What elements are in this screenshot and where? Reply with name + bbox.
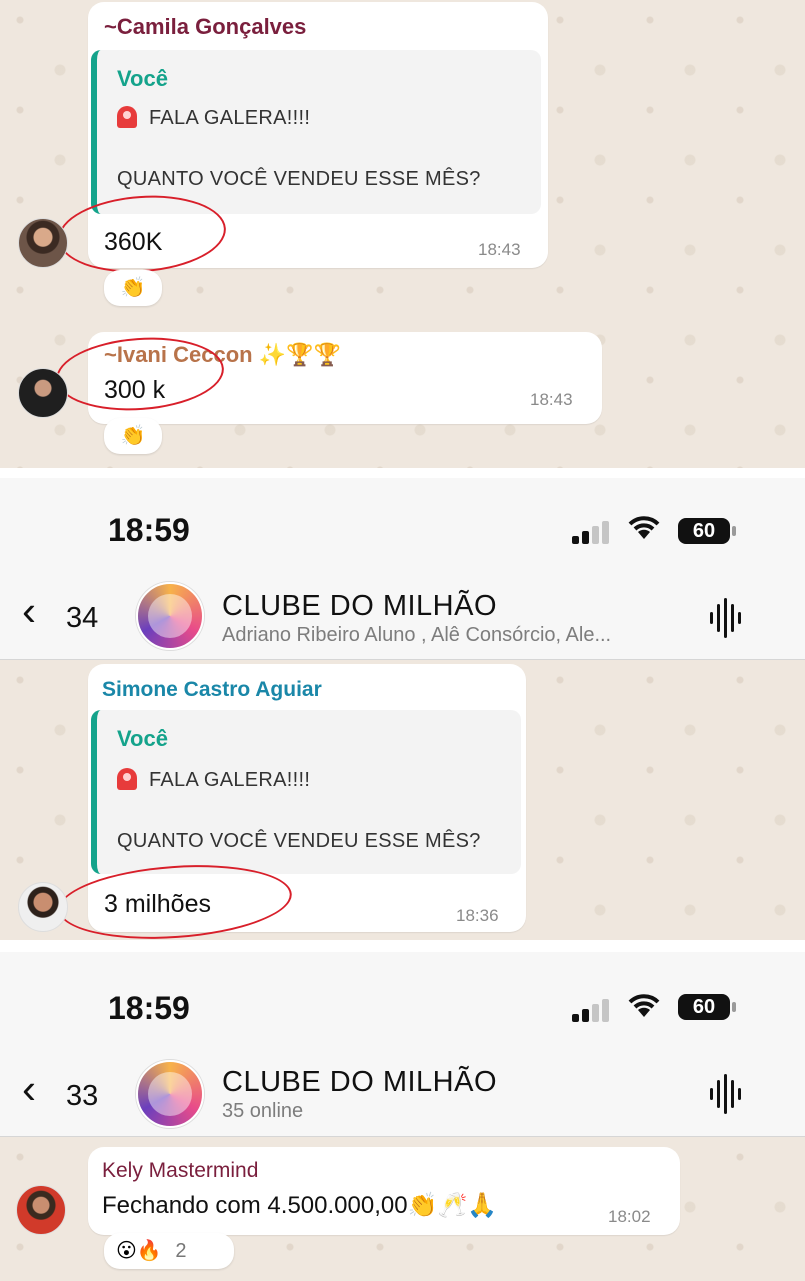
quoted-message[interactable]: Você FALA GALERA!!!! QUANTO VOCÊ VENDEU … [91, 50, 541, 214]
status-time: 18:59 [108, 512, 190, 548]
avatar[interactable] [18, 882, 68, 932]
avatar[interactable] [18, 218, 68, 268]
quote-author: Você [117, 66, 168, 91]
message-text: Fechando com 4.500.000,00👏🥂🙏 [102, 1192, 498, 1219]
message-time: 18:02 [608, 1207, 651, 1226]
audio-wave-icon[interactable] [708, 1074, 744, 1114]
status-time: 18:59 [108, 990, 190, 1026]
group-title[interactable]: CLUBE DO MILHÃO [222, 1066, 497, 1099]
siren-icon [117, 768, 137, 790]
quoted-message[interactable]: Você FALA GALERA!!!! QUANTO VOCÊ VENDEU … [91, 710, 521, 874]
message-time: 18:36 [456, 906, 499, 925]
audio-wave-icon[interactable] [708, 598, 744, 638]
quote-line-2: QUANTO VOCÊ VENDEU ESSE MÊS? [117, 168, 481, 190]
group-title[interactable]: CLUBE DO MILHÃO [222, 590, 497, 623]
message-time: 18:43 [530, 390, 573, 409]
signal-icon [572, 520, 614, 544]
unread-count[interactable]: 33 [66, 1080, 98, 1113]
chat-header-3: 18:59 60 ‹ 33 CLUBE DO MILHÃO 35 online [0, 952, 805, 1136]
reaction-count: 2 [175, 1240, 187, 1262]
back-chevron-icon[interactable]: ‹ [22, 1068, 36, 1110]
sender-name: Simone Castro Aguiar [102, 678, 322, 701]
battery-icon: 60 [678, 518, 736, 544]
battery-icon: 60 [678, 994, 736, 1020]
siren-icon [117, 106, 137, 128]
message-time: 18:43 [478, 240, 521, 259]
reaction-badge[interactable]: 😮🔥 2 [104, 1233, 234, 1269]
reaction-badge[interactable]: 👏 [104, 418, 162, 454]
online-count[interactable]: 35 online [222, 1100, 303, 1123]
avatar[interactable] [18, 368, 68, 418]
quote-line-1: FALA GALERA!!!! [117, 106, 310, 130]
quote-line-2: QUANTO VOCÊ VENDEU ESSE MÊS? [117, 830, 481, 852]
group-members[interactable]: Adriano Ribeiro Aluno , Alê Consórcio, A… [222, 624, 611, 647]
chat-panel-3: Kely Mastermind Fechando com 4.500.000,0… [0, 1137, 805, 1281]
reaction-emojis: 😮🔥 [116, 1240, 162, 1262]
sender-name: ~Camila Gonçalves [104, 14, 307, 39]
wifi-icon [626, 512, 662, 549]
avatar[interactable] [16, 1185, 66, 1235]
sender-name: Kely Mastermind [102, 1159, 259, 1182]
wifi-icon [626, 990, 662, 1027]
back-chevron-icon[interactable]: ‹ [22, 590, 36, 632]
group-avatar[interactable] [136, 1060, 204, 1128]
message-bubble[interactable]: Kely Mastermind Fechando com 4.500.000,0… [88, 1147, 680, 1235]
group-avatar[interactable] [136, 582, 204, 650]
chat-panel-1: ~Camila Gonçalves Você FALA GALERA!!!! Q… [0, 0, 805, 468]
chat-header-2: 18:59 60 ‹ 34 CLUBE DO MILHÃO Adriano Ri… [0, 478, 805, 660]
quote-line-1: FALA GALERA!!!! [117, 768, 310, 792]
unread-count[interactable]: 34 [66, 602, 98, 635]
signal-icon [572, 998, 614, 1022]
chat-panel-2: Simone Castro Aguiar Você FALA GALERA!!!… [0, 660, 805, 940]
quote-author: Você [117, 726, 168, 751]
reaction-badge[interactable]: 👏 [104, 270, 162, 306]
